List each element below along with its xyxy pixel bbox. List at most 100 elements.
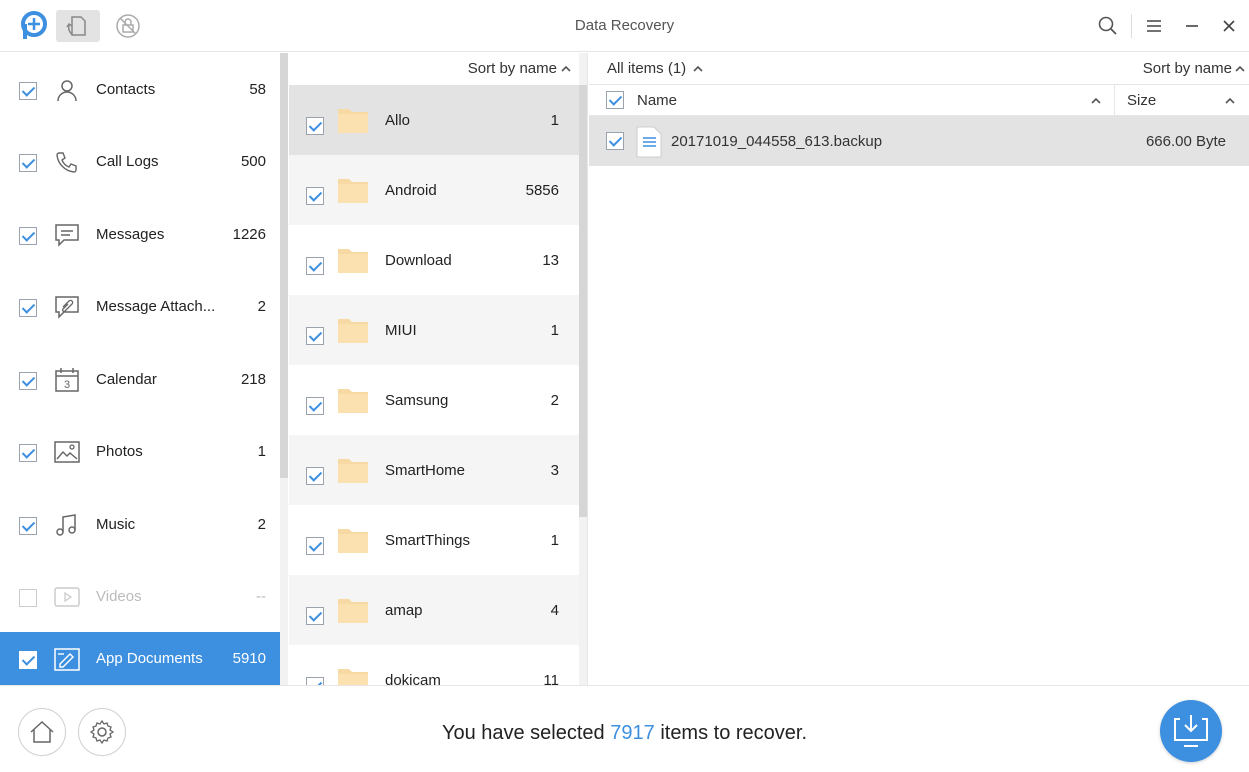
- folder-checkbox[interactable]: [306, 677, 324, 685]
- folder-row[interactable]: SmartThings 1: [289, 505, 579, 575]
- folder-checkbox[interactable]: [306, 607, 324, 626]
- category-label: Contacts: [96, 81, 156, 98]
- file-pane-header: All items (1) Sort by name: [589, 53, 1249, 85]
- folder-icon: [337, 246, 369, 279]
- folder-name: amap: [385, 602, 423, 619]
- folder-name: Download: [385, 252, 452, 269]
- category-message-attachments[interactable]: Message Attach... 2: [0, 280, 280, 334]
- category-count: 500: [240, 153, 266, 170]
- folder-count: 5856: [525, 182, 559, 199]
- folder-checkbox[interactable]: [306, 117, 324, 136]
- folder-count: 4: [550, 602, 559, 619]
- category-count: 2: [257, 516, 266, 533]
- app-documents-checkbox[interactable]: [19, 651, 37, 669]
- category-label: Music: [96, 516, 136, 533]
- folder-list-scrollbar[interactable]: [579, 53, 588, 685]
- category-label: Messages: [96, 226, 165, 243]
- menu-icon[interactable]: [1140, 12, 1168, 40]
- folder-icon: [337, 596, 369, 629]
- file-checkbox[interactable]: [606, 132, 624, 150]
- folder-checkbox[interactable]: [306, 187, 324, 206]
- folder-checkbox[interactable]: [306, 327, 324, 346]
- category-photos[interactable]: Photos 1: [0, 425, 280, 479]
- category-app-documents[interactable]: App Documents 5910: [0, 632, 280, 685]
- folder-row[interactable]: SmartHome 3: [289, 435, 579, 505]
- sidebar-scroll-thumb[interactable]: [280, 53, 288, 478]
- folder-row[interactable]: Samsung 2: [289, 365, 579, 435]
- folder-checkbox[interactable]: [306, 467, 324, 486]
- call-logs-checkbox[interactable]: [19, 154, 37, 172]
- category-label: Message Attach...: [96, 298, 216, 315]
- category-count: 1: [257, 443, 266, 460]
- category-messages[interactable]: Messages 1226: [0, 208, 280, 262]
- folder-scroll-thumb[interactable]: [579, 85, 587, 517]
- message-attachments-checkbox[interactable]: [19, 299, 37, 317]
- folder-row[interactable]: dokicam 11: [289, 645, 579, 685]
- calendar-checkbox[interactable]: [19, 372, 37, 390]
- name-sort-chevron-icon[interactable]: [1091, 97, 1101, 105]
- folder-row[interactable]: MIUI 1: [289, 295, 579, 365]
- folder-row[interactable]: Android 5856: [289, 155, 579, 225]
- window-title: Data Recovery: [574, 17, 675, 34]
- sort-chevron-up-icon[interactable]: [1235, 65, 1245, 73]
- folder-icon: [337, 456, 369, 489]
- attachment-icon: [53, 293, 81, 321]
- folder-name: MIUI: [385, 322, 417, 339]
- select-all-checkbox[interactable]: [606, 91, 624, 109]
- selection-status: You have selected 7917 items to recover.: [0, 722, 1249, 745]
- file-column-header: Name Size: [589, 85, 1249, 116]
- recover-button[interactable]: [1160, 700, 1222, 762]
- videos-checkbox: [19, 589, 37, 607]
- folder-checkbox[interactable]: [306, 537, 324, 556]
- file-row[interactable]: 20171019_044558_613.backup 666.00 Byte: [589, 116, 1249, 166]
- category-calendar[interactable]: 3 Calendar 218: [0, 353, 280, 407]
- folder-icon: [337, 176, 369, 209]
- file-sort-button[interactable]: Sort by name: [1143, 60, 1232, 77]
- size-sort-chevron-icon[interactable]: [1225, 97, 1235, 105]
- category-count: 2: [257, 298, 266, 315]
- size-column-header[interactable]: Size: [1127, 92, 1156, 109]
- search-icon[interactable]: [1094, 12, 1122, 40]
- column-divider[interactable]: [1114, 85, 1115, 116]
- file-size: 666.00 Byte: [1145, 133, 1226, 150]
- category-count: 58: [249, 81, 266, 98]
- folder-checkbox[interactable]: [306, 257, 324, 276]
- folder-checkbox[interactable]: [306, 397, 324, 416]
- status-prefix: You have selected: [441, 722, 605, 744]
- minimize-icon[interactable]: [1178, 12, 1206, 40]
- folder-count: 13: [542, 252, 559, 269]
- document-file-icon: [636, 126, 662, 158]
- category-contacts[interactable]: Contacts 58: [0, 63, 280, 117]
- locked-device-icon[interactable]: [106, 10, 150, 42]
- app-logo-icon[interactable]: [12, 10, 56, 42]
- all-items-filter[interactable]: All items (1): [607, 60, 686, 77]
- category-count: 1226: [232, 226, 266, 243]
- sort-chevron-up-icon[interactable]: [561, 65, 571, 73]
- folder-count: 3: [550, 462, 559, 479]
- category-music[interactable]: Music 2: [0, 498, 280, 552]
- photos-checkbox[interactable]: [19, 444, 37, 462]
- category-call-logs[interactable]: Call Logs 500: [0, 135, 280, 189]
- close-icon[interactable]: [1215, 12, 1243, 40]
- music-icon: [53, 511, 81, 539]
- category-count: --: [256, 588, 266, 605]
- folder-icon: [337, 386, 369, 419]
- name-column-header[interactable]: Name: [637, 92, 677, 109]
- folder-list-header: Sort by name: [289, 53, 579, 85]
- filter-chevron-up-icon[interactable]: [693, 65, 703, 73]
- title-bar: Data Recovery: [0, 0, 1249, 52]
- device-data-icon[interactable]: [56, 10, 100, 42]
- category-label: App Documents: [96, 650, 203, 667]
- folder-name: dokicam: [385, 672, 441, 685]
- category-label: Call Logs: [96, 153, 159, 170]
- messages-checkbox[interactable]: [19, 227, 37, 245]
- folder-name: Allo: [385, 112, 411, 129]
- folder-row[interactable]: Download 13: [289, 225, 579, 295]
- folder-sort-button[interactable]: Sort by name: [468, 60, 557, 77]
- app-documents-icon: [53, 645, 81, 673]
- sidebar-scrollbar[interactable]: [280, 53, 288, 685]
- music-checkbox[interactable]: [19, 517, 37, 535]
- folder-row[interactable]: Allo 1: [289, 85, 579, 155]
- contacts-checkbox[interactable]: [19, 82, 37, 100]
- folder-row[interactable]: amap 4: [289, 575, 579, 645]
